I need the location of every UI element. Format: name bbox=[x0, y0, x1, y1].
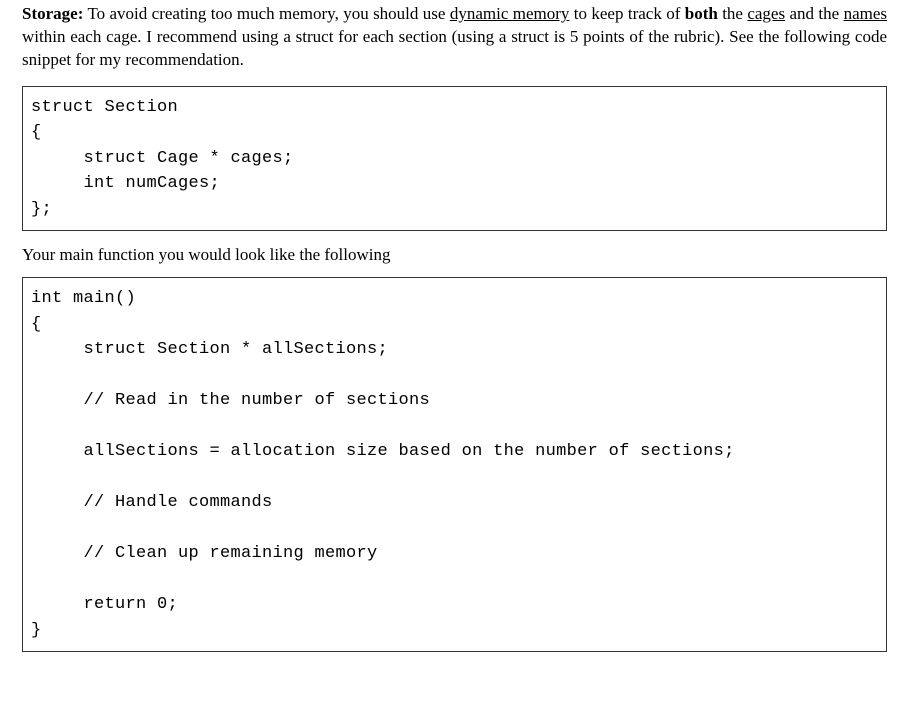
document-page: Storage: To avoid creating too much memo… bbox=[0, 0, 907, 686]
text-fragment: to keep track of bbox=[569, 4, 684, 23]
underline-cages: cages bbox=[747, 4, 785, 23]
between-paragraph: Your main function you would look like t… bbox=[22, 245, 887, 265]
text-fragment: the bbox=[718, 4, 748, 23]
underline-dynamic-memory: dynamic memory bbox=[450, 4, 570, 23]
storage-label: Storage: bbox=[22, 4, 83, 23]
code-snippet-struct: struct Section { struct Cage * cages; in… bbox=[22, 86, 887, 232]
underline-names: names bbox=[844, 4, 887, 23]
text-fragment: and the bbox=[785, 4, 843, 23]
code-snippet-main: int main() { struct Section * allSection… bbox=[22, 277, 887, 652]
storage-paragraph: Storage: To avoid creating too much memo… bbox=[22, 3, 887, 72]
bold-both: both bbox=[685, 4, 718, 23]
text-fragment: To avoid creating too much memory, you s… bbox=[83, 4, 449, 23]
text-fragment: within each cage. I recommend using a st… bbox=[22, 27, 887, 69]
